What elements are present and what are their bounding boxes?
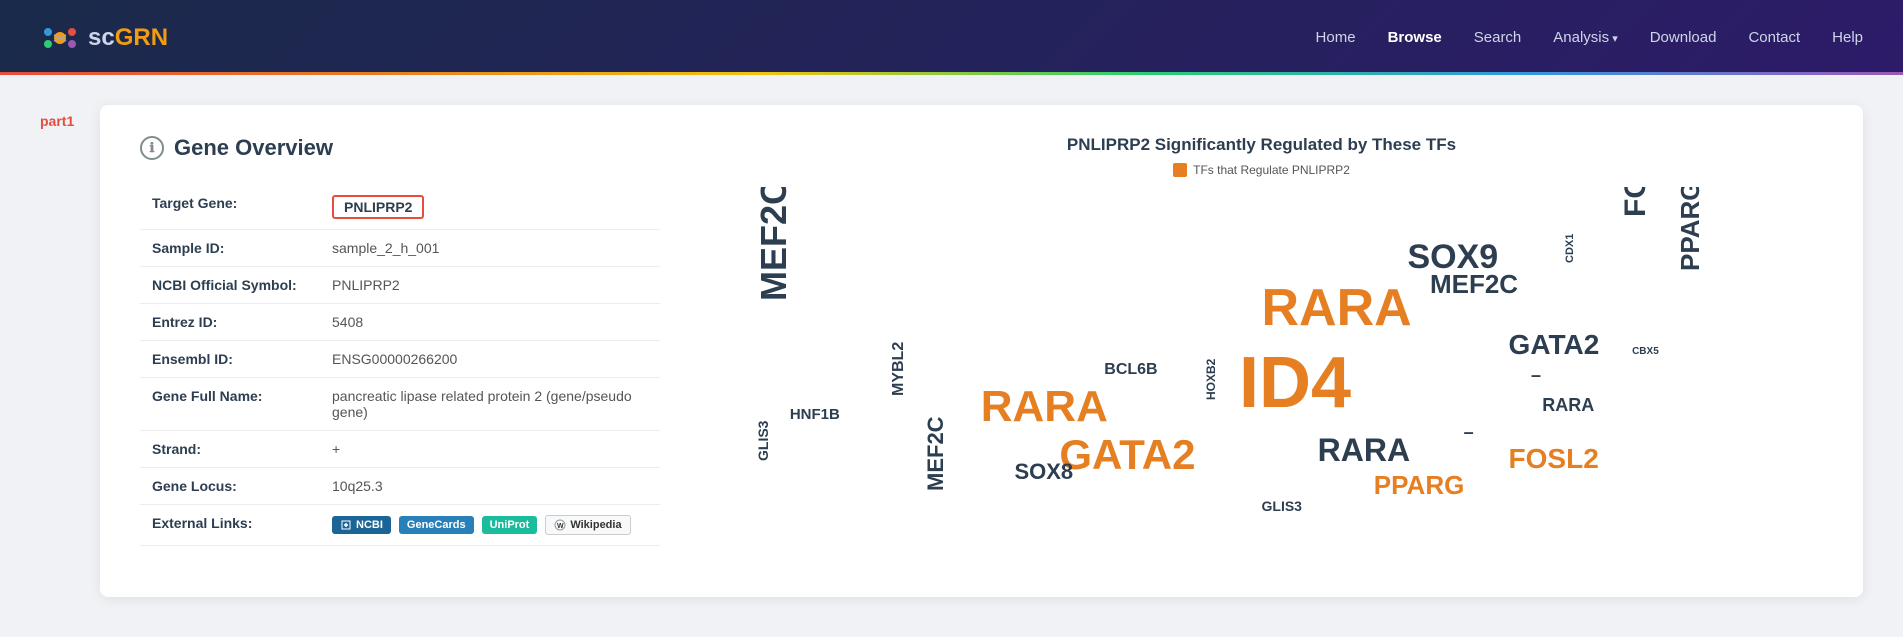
- cloud-word: –: [1531, 366, 1541, 384]
- cloud-word: GATA2: [1059, 434, 1195, 476]
- label-full-name: Gene Full Name:: [140, 378, 320, 431]
- link-wikipedia[interactable]: W Wikipedia: [545, 515, 630, 535]
- word-cloud: ID4RARARARARARAGATA2GATA2MEF2CMEF2CMEF2C…: [700, 187, 1823, 567]
- info-table: Target Gene: PNLIPRP2 Sample ID: sample_…: [140, 185, 660, 546]
- label-locus: Gene Locus:: [140, 468, 320, 505]
- cloud-legend: TFs that Regulate PNLIPRP2: [700, 163, 1823, 177]
- table-row-locus: Gene Locus: 10q25.3: [140, 468, 660, 505]
- table-row-ensembl: Ensembl ID: ENSG00000266200: [140, 341, 660, 378]
- table-row-ncbi-symbol: NCBI Official Symbol: PNLIPRP2: [140, 267, 660, 304]
- value-ensembl: ENSG00000266200: [320, 341, 660, 378]
- legend-dot: [1173, 163, 1187, 177]
- label-sample-id: Sample ID:: [140, 230, 320, 267]
- label-ncbi-symbol: NCBI Official Symbol:: [140, 267, 320, 304]
- cloud-word: HOXB2: [1205, 358, 1217, 399]
- page-content: part1 ℹ Gene Overview Target Gene: PNLIP…: [0, 75, 1903, 627]
- cloud-word: FOSL2: [1509, 445, 1599, 473]
- value-entrez: 5408: [320, 304, 660, 341]
- cloud-word: FOSL2: [1621, 187, 1651, 217]
- logo-icon: [40, 18, 80, 58]
- link-uniprot[interactable]: UniProt: [482, 516, 538, 534]
- external-links: NCBI GeneCards UniProt W Wikipedia: [332, 515, 648, 535]
- nav-download[interactable]: Download: [1650, 29, 1717, 46]
- logo[interactable]: scGRN: [40, 18, 168, 58]
- logo-text: scGRN: [88, 24, 168, 52]
- nav-analysis[interactable]: Analysis: [1553, 29, 1617, 46]
- cloud-word: MYBL2: [891, 342, 907, 396]
- label-strand: Strand:: [140, 431, 320, 468]
- navbar: scGRN Home Browse Search Analysis Downlo…: [0, 0, 1903, 75]
- nav-help[interactable]: Help: [1832, 29, 1863, 46]
- cloud-word: PPARG: [1677, 187, 1703, 271]
- nav-contact[interactable]: Contact: [1748, 29, 1800, 46]
- section-title: ℹ Gene Overview: [140, 135, 660, 161]
- cloud-word: GATA2: [1509, 331, 1600, 359]
- ncbi-icon: [340, 519, 352, 531]
- cloud-word: BCL6B: [1104, 362, 1157, 378]
- cloud-word: PPARG: [1374, 472, 1465, 498]
- value-strand: +: [320, 431, 660, 468]
- part-label: part1: [40, 113, 80, 129]
- table-row-ext-links: External Links: NCBI GeneCards UniProt W: [140, 505, 660, 546]
- cloud-word: MEF2C: [756, 187, 792, 301]
- cloud-word: RARA: [1542, 396, 1594, 414]
- cloud-word: SOX8: [1014, 461, 1073, 483]
- legend-text: TFs that Regulate PNLIPRP2: [1193, 163, 1350, 177]
- value-full-name: pancreatic lipase related protein 2 (gen…: [320, 378, 660, 431]
- cloud-word: CDX1: [1565, 234, 1576, 263]
- label-ext-links: External Links:: [140, 505, 320, 546]
- cloud-title: PNLIPRP2 Significantly Regulated by Thes…: [700, 135, 1823, 155]
- table-row-entrez: Entrez ID: 5408: [140, 304, 660, 341]
- cloud-word: GLIS3: [1262, 499, 1302, 513]
- value-ncbi-symbol: PNLIPRP2: [320, 267, 660, 304]
- gene-badge[interactable]: PNLIPRP2: [332, 195, 424, 219]
- main-card: ℹ Gene Overview Target Gene: PNLIPRP2 Sa…: [100, 105, 1863, 597]
- link-genecards[interactable]: GeneCards: [399, 516, 474, 534]
- cloud-word: GLIS3: [756, 420, 770, 460]
- label-target-gene: Target Gene:: [140, 185, 320, 230]
- table-row-strand: Strand: +: [140, 431, 660, 468]
- cloud-word: CBX5: [1632, 347, 1659, 357]
- cloud-word: –: [1464, 423, 1474, 441]
- nav-links: Home Browse Search Analysis Download Con…: [1316, 29, 1863, 46]
- nav-search[interactable]: Search: [1474, 29, 1522, 46]
- nav-browse[interactable]: Browse: [1388, 29, 1442, 46]
- wikipedia-icon: W: [554, 519, 566, 531]
- card-right: PNLIPRP2 Significantly Regulated by Thes…: [700, 135, 1823, 567]
- cloud-word: RARA: [981, 385, 1108, 429]
- link-ncbi[interactable]: NCBI: [332, 516, 391, 534]
- value-target-gene: PNLIPRP2: [320, 185, 660, 230]
- label-ensembl: Ensembl ID:: [140, 341, 320, 378]
- label-entrez: Entrez ID:: [140, 304, 320, 341]
- nav-home[interactable]: Home: [1316, 29, 1356, 46]
- value-sample-id: sample_2_h_001: [320, 230, 660, 267]
- table-row-target-gene: Target Gene: PNLIPRP2: [140, 185, 660, 230]
- info-icon: ℹ: [140, 136, 164, 160]
- svg-text:W: W: [557, 523, 564, 530]
- card-left: ℹ Gene Overview Target Gene: PNLIPRP2 Sa…: [140, 135, 660, 567]
- value-locus: 10q25.3: [320, 468, 660, 505]
- table-row-full-name: Gene Full Name: pancreatic lipase relate…: [140, 378, 660, 431]
- cloud-word: RARA: [1318, 434, 1410, 466]
- cloud-word: SOX9: [1407, 240, 1498, 274]
- cloud-word: RARA: [1262, 282, 1412, 334]
- cloud-word: ID4: [1239, 347, 1351, 419]
- value-ext-links: NCBI GeneCards UniProt W Wikipedia: [320, 505, 660, 546]
- table-row-sample-id: Sample ID: sample_2_h_001: [140, 230, 660, 267]
- cloud-word: MEF2C: [925, 416, 947, 491]
- cloud-word: HNF1B: [790, 407, 840, 422]
